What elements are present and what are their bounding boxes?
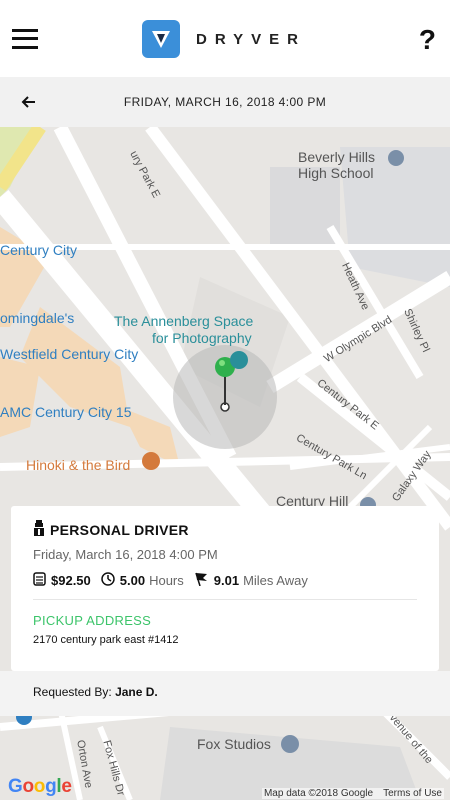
hamburger-menu-icon[interactable]	[12, 28, 38, 49]
miles-value: 9.01	[213, 573, 240, 588]
map-label-westfield: Westfield Century City	[0, 346, 139, 362]
card-divider	[33, 599, 417, 600]
service-type-label: PERSONAL DRIVER	[50, 521, 189, 538]
hours-unit: Hours	[149, 573, 184, 588]
map-label-hinoki: Hinoki & the Bird	[26, 457, 131, 473]
price-stat: $92.50	[33, 572, 91, 589]
arrow-left-icon[interactable]	[18, 91, 40, 113]
map-label-bloomingdales: omingdale's	[0, 310, 75, 326]
brand-logo	[142, 20, 180, 58]
help-icon[interactable]: ?	[419, 24, 436, 56]
clock-icon	[101, 572, 115, 589]
booking-date: Friday, March 16, 2018 4:00 PM	[33, 547, 218, 562]
requested-by-label: Requested By:	[33, 685, 112, 699]
map-attribution: Map data ©2018 Google Terms of Use	[261, 788, 444, 799]
flag-icon	[194, 572, 209, 589]
driver-icon	[33, 520, 45, 539]
map-label-high-school: Beverly Hills High School	[298, 149, 376, 181]
service-type: PERSONAL DRIVER	[33, 520, 417, 539]
ride-date-time: FRIDAY, MARCH 16, 2018 4:00 PM	[123, 95, 327, 109]
booking-card: PERSONAL DRIVER Friday, March 16, 2018 4…	[11, 506, 439, 671]
map-label-amc: AMC Century City 15	[0, 404, 132, 420]
google-logo: Google	[8, 776, 72, 797]
pickup-address-value: 2170 century park east #1412	[33, 634, 179, 646]
price-value: $92.50	[51, 573, 91, 588]
app-header: DRYVER ?	[0, 0, 450, 77]
cash-icon	[33, 572, 46, 589]
miles-unit: Miles Away	[243, 573, 308, 588]
distance-stat: 9.01 Miles Away	[194, 572, 308, 589]
requested-by-bar: Requested By: Jane D.	[0, 671, 450, 716]
map-label-century-city: Century City	[0, 242, 78, 258]
map-label-annenberg: The Annenberg Space for Photography	[114, 313, 254, 346]
hours-value: 5.00	[119, 573, 146, 588]
hours-stat: 5.00 Hours	[101, 572, 184, 589]
date-bar: FRIDAY, MARCH 16, 2018 4:00 PM	[0, 77, 450, 127]
map-label-fox-studios: Fox Studios	[197, 736, 271, 752]
brand: DRYVER	[142, 20, 306, 58]
requested-by-name: Jane D.	[115, 685, 158, 699]
brand-name: DRYVER	[196, 30, 306, 48]
terms-of-use-link[interactable]: Terms of Use	[383, 788, 442, 799]
pickup-address-label: PICKUP ADDRESS	[33, 613, 152, 628]
booking-stats: $92.50 5.00 Hours 9.01 Miles Away	[33, 572, 417, 589]
